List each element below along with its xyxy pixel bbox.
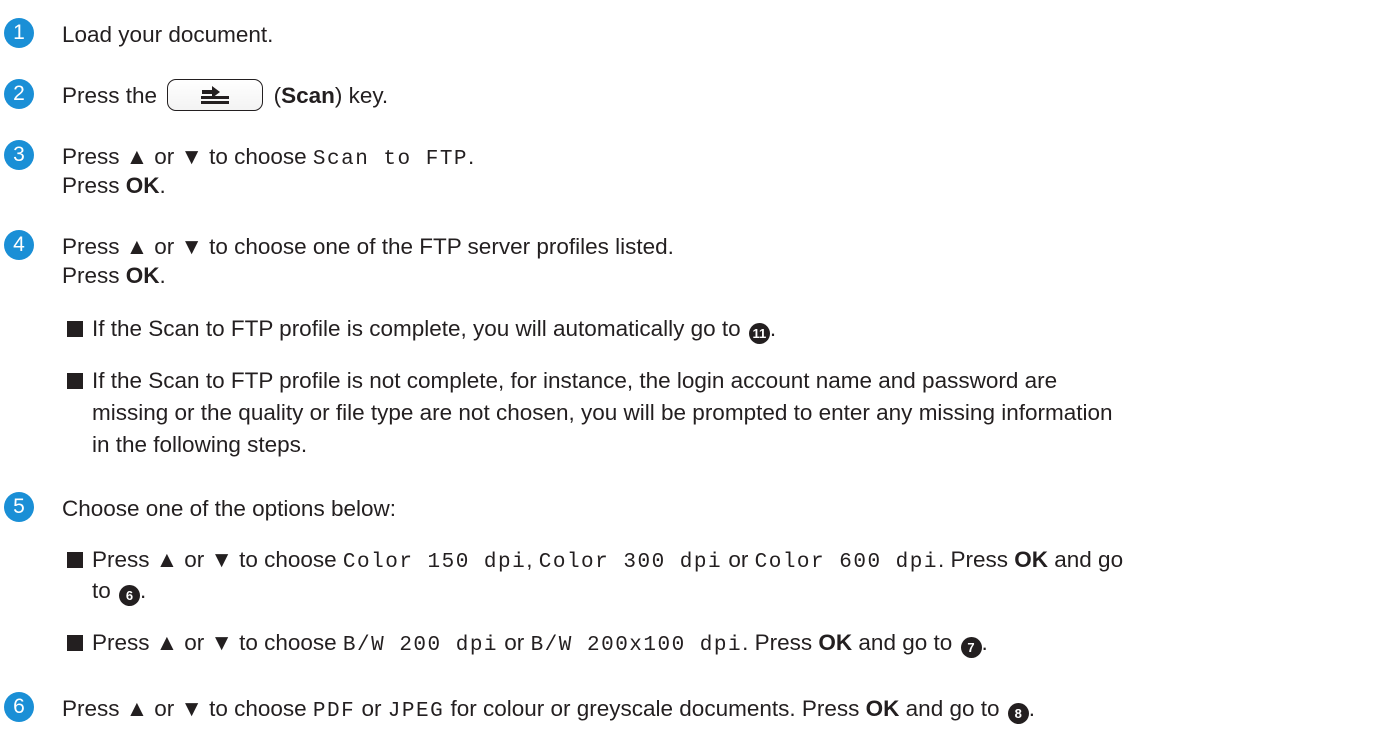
bullet-text-body: Press [754,630,813,655]
step-reference-badge: 11 [748,323,770,344]
step-line-1: Press ▲ or ▼ to choose Scan to FTP. [62,144,475,171]
step-number-badge: 5 [4,492,34,522]
step-text: Press [62,263,120,288]
bullet-text: Press ▲ or ▼ to choose B/W 200 dpi or B/… [92,630,988,658]
step-text: Load your document. [62,22,274,47]
step-line-2: Press OK. [62,263,166,288]
step-text-body: and go to [905,696,1000,721]
step-number-badge: 3 [4,140,34,170]
bullet-text-body: and go to [858,630,953,655]
ok-key-label: OK [818,630,853,655]
bullet-text-body: If the Scan to FTP profile is complete, … [92,316,741,341]
bullet-text-body: Press ▲ or ▼ to choose [92,630,337,655]
step-number-badge: 1 [4,18,34,48]
menu-option-code: Color 300 dpi [538,551,723,574]
step-reference-badge: 7 [960,637,982,658]
step-text: Choose one of the options below: [62,496,396,521]
menu-option-code: B/W 200 dpi [342,634,499,657]
bullet-text-line-2: to 6. [92,576,146,606]
bullet-text-body: Press [950,547,1008,572]
step-reference-badge: 6 [119,585,141,606]
square-bullet-icon [67,552,83,568]
conjunction: or [361,696,382,721]
menu-option-code: Color 150 dpi [342,551,527,574]
ok-key-label: OK [1014,547,1048,572]
step-text-suffix: key. [348,83,389,108]
conjunction: or [504,630,525,655]
step-line-2: Press OK. [62,173,166,198]
scan-key-label: Scan [281,83,335,108]
step-text: Press [62,173,120,198]
bullet-text: If the Scan to FTP profile is complete, … [92,314,776,344]
step-number-badge: 4 [4,230,34,260]
menu-option-code: Color 600 dpi [754,551,938,574]
step-text-prefix: Press the [62,83,158,108]
square-bullet-icon [67,321,83,337]
bullet-text-body: and go [1054,547,1124,572]
bullet-text-line-1: Press ▲ or ▼ to choose Color 150 dpi, Co… [92,547,1124,574]
step-text-body: Press ▲ or ▼ to choose [62,696,307,721]
step-text: Press ▲ or ▼ to choose PDF or JPEG for c… [62,696,1036,724]
step-text: Press ▲ or ▼ to choose [62,144,307,169]
bullet-text-body: Press ▲ or ▼ to choose [92,547,337,572]
step-number-badge: 6 [4,692,34,722]
bullet-text-body: to [92,578,111,603]
menu-option-code: Scan to FTP [312,148,469,171]
ok-key-label: OK [125,263,160,288]
step-number-badge: 2 [4,79,34,109]
bullet-text-line-3: in the following steps. [92,432,308,457]
step-text-body: for colour or greyscale documents. Press [450,696,860,721]
menu-option-code: PDF [312,700,356,723]
square-bullet-icon [67,635,83,651]
menu-option-code: JPEG [387,700,445,723]
conjunction: or [728,547,749,572]
scan-key-icon [167,79,264,112]
bullet-text-line-1: If the Scan to FTP profile is not comple… [92,368,1058,393]
ok-key-label: OK [125,173,160,198]
bullet-text-line-2: missing or the quality or file type are … [92,400,1113,425]
ok-key-label: OK [865,696,900,721]
step-text: Press the (Scan) key. [62,79,389,113]
menu-option-code: B/W 200x100 dpi [530,634,743,657]
step-line-1: Press ▲ or ▼ to choose one of the FTP se… [62,234,674,259]
step-reference-badge: 8 [1007,703,1029,724]
square-bullet-icon [67,373,83,389]
